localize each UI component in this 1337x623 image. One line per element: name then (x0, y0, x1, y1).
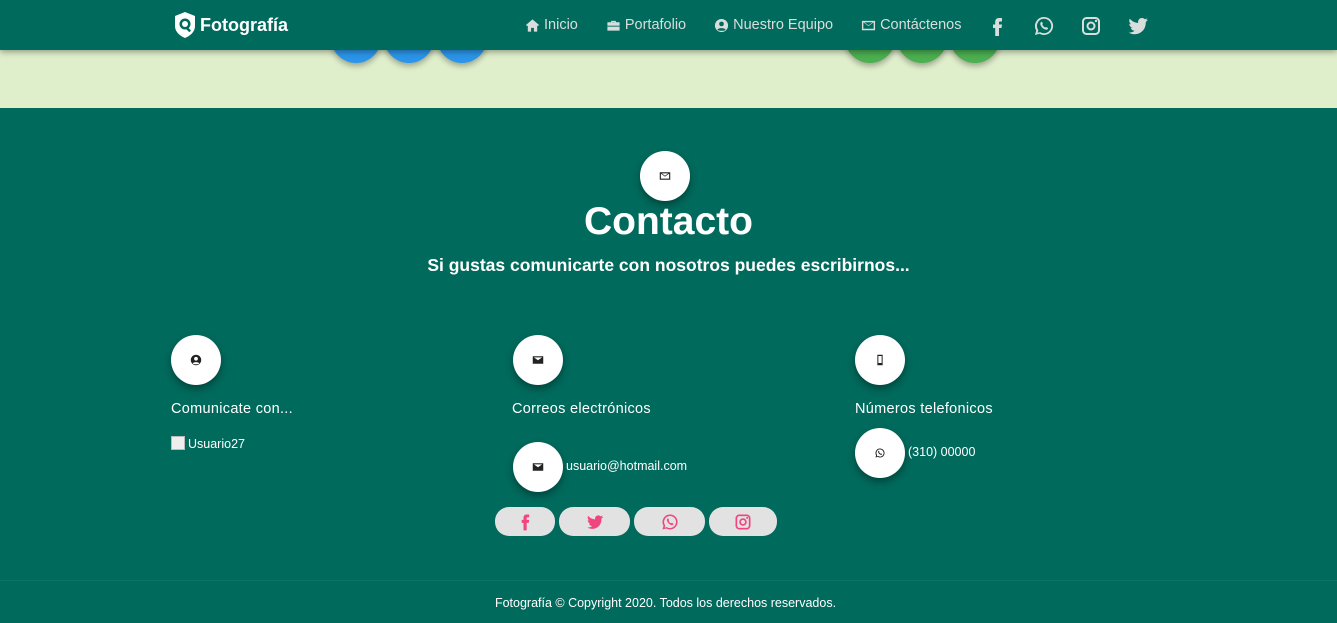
nav-link-label: Portafolio (624, 17, 687, 33)
camera-shield-logo-icon (175, 12, 195, 38)
contact-column-heading: Comunicate con... (171, 401, 293, 417)
navbar: Fotografía Inicio Portafolio Nuestro Equ… (0, 0, 1337, 50)
facebook-icon (993, 18, 1002, 36)
envelope-icon (532, 356, 544, 364)
broken-image-icon (171, 436, 185, 450)
contact-email[interactable]: usuario@hotmail.com (566, 459, 687, 473)
brand-name: Fotografía (200, 14, 288, 35)
instagram-button[interactable] (709, 507, 777, 536)
envelope-icon (532, 463, 544, 471)
green-circle-button[interactable] (845, 50, 895, 63)
blue-circle-button[interactable] (331, 50, 381, 63)
green-circle-button[interactable] (950, 50, 1000, 63)
contact-title: Contacto (584, 200, 753, 243)
nav-link-nuestro-equipo[interactable]: Nuestro Equipo (714, 17, 833, 33)
user-circle-icon (190, 354, 202, 366)
contact-user-name: Usuario27 (188, 437, 245, 451)
nav-link-contactenos[interactable]: Contáctenos (861, 17, 962, 33)
twitter-icon (586, 514, 603, 529)
whatsapp-item-badge[interactable] (855, 428, 905, 478)
nav-links: Inicio Portafolio Nuestro Equipo Contáct… (525, 0, 990, 50)
nav-link-label: Contáctenos (880, 17, 962, 33)
brand-link[interactable]: Fotografía (173, 10, 288, 40)
instagram-icon (735, 514, 751, 529)
instagram-link[interactable] (1079, 14, 1103, 38)
contact-column-heading: Números telefonicos (855, 401, 993, 417)
nav-link-portafolio[interactable]: Portafolio (606, 17, 686, 33)
twitter-button[interactable] (559, 507, 630, 536)
whatsapp-icon (875, 448, 885, 458)
user-badge (171, 335, 221, 385)
green-circle-button[interactable] (897, 50, 947, 63)
contact-header-badge (640, 151, 690, 201)
twitter-icon (1128, 17, 1148, 35)
facebook-button[interactable] (495, 507, 555, 536)
nav-social-links (985, 13, 1173, 39)
whatsapp-icon (1034, 16, 1054, 35)
copyright-text: Fotografía © Copyright 2020. Todos los d… (494, 596, 837, 610)
contact-phone[interactable]: (310) 00000 (908, 445, 975, 459)
whatsapp-link[interactable] (1032, 14, 1056, 38)
envelope-icon (862, 20, 876, 30)
whatsapp-button[interactable] (634, 507, 705, 536)
blue-circle-button[interactable] (384, 50, 434, 63)
envelope-icon (659, 172, 671, 180)
nav-link-label: Nuestro Equipo (733, 17, 834, 33)
contact-subtitle: Si gustas comunicarte con nosotros puede… (427, 255, 910, 275)
briefcase-icon (607, 20, 620, 31)
instagram-icon (1082, 17, 1100, 35)
facebook-icon (521, 514, 530, 530)
social-buttons (495, 507, 781, 536)
phone-badge (855, 335, 905, 385)
nav-link-inicio[interactable]: Inicio (525, 17, 578, 33)
facebook-link[interactable] (985, 14, 1009, 38)
email-item-badge[interactable] (513, 442, 563, 492)
mobile-phone-icon (877, 354, 883, 366)
contact-user-item: Usuario27 (171, 436, 245, 451)
blue-circle-button[interactable] (437, 50, 487, 63)
email-badge (513, 335, 563, 385)
nav-link-label: Inicio (544, 17, 578, 33)
footer: Fotografía © Copyright 2020. Todos los d… (0, 580, 1337, 623)
previous-section-strip (0, 50, 1337, 108)
user-circle-icon (715, 18, 729, 32)
home-icon (525, 18, 540, 32)
whatsapp-icon (661, 513, 678, 529)
contact-section: Contacto Si gustas comunicarte con nosot… (0, 108, 1337, 580)
contact-column-heading: Correos electrónicos (512, 401, 651, 417)
twitter-link[interactable] (1126, 14, 1150, 38)
